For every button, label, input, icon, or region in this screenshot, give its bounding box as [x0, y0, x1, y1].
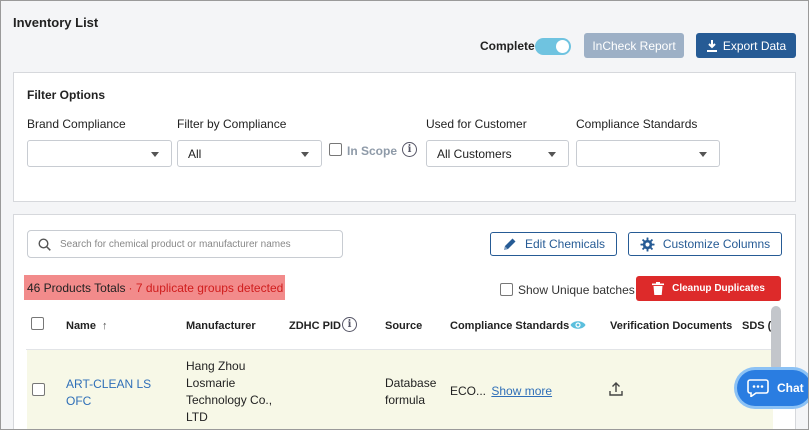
chat-label: Chat	[777, 381, 804, 395]
chat-button[interactable]: Chat	[737, 370, 808, 406]
filter-options-heading: Filter Options	[27, 88, 105, 102]
cleanup-duplicates-label: Cleanup Duplicates	[672, 283, 765, 294]
product-name-link[interactable]: ART-CLEAN LS OFC	[66, 376, 161, 410]
column-header-manufacturer[interactable]: Manufacturer	[186, 320, 256, 332]
source-cell: Database formula	[385, 376, 437, 407]
show-unique-checkbox[interactable]	[500, 283, 513, 296]
brand-compliance-select[interactable]	[27, 140, 172, 167]
edit-chemicals-button[interactable]: Edit Chemicals	[490, 232, 617, 256]
used-for-customer-select[interactable]: All Customers	[426, 140, 569, 167]
filter-compliance-value: All	[188, 146, 202, 161]
search-field[interactable]	[27, 230, 343, 258]
incheck-report-button[interactable]: InCheck Report	[584, 33, 684, 58]
column-header-zdhc-pid[interactable]: ZDHC PID	[289, 320, 341, 332]
manufacturer-cell: Hang Zhou Losmarie Technology Co., LTD	[186, 359, 273, 424]
filter-compliance-label: Filter by Compliance	[177, 117, 287, 131]
chevron-down-icon	[548, 152, 556, 157]
export-data-label: Export Data	[722, 38, 787, 53]
show-unique-label: Show Unique batches	[518, 283, 635, 297]
filter-options-panel: Filter Options Brand Compliance Filter b…	[13, 72, 796, 202]
compliance-standards-label: Compliance Standards	[576, 117, 698, 131]
table-row[interactable]: ART-CLEAN LS OFC Hang Zhou Losmarie Tech…	[27, 350, 773, 429]
chat-bubble-icon	[747, 379, 769, 397]
chevron-down-icon	[301, 152, 309, 157]
select-all-checkbox[interactable]	[31, 317, 44, 330]
export-data-button[interactable]: Export Data	[696, 33, 796, 58]
used-for-customer-value: All Customers	[437, 146, 512, 161]
column-header-name[interactable]: Name ↑	[66, 320, 107, 332]
in-scope-checkbox[interactable]	[329, 143, 342, 156]
pencil-icon	[503, 238, 516, 250]
upload-icon[interactable]	[609, 382, 623, 396]
filter-compliance-select[interactable]: All	[177, 140, 322, 167]
chevron-down-icon	[151, 152, 159, 157]
brand-compliance-label: Brand Compliance	[27, 117, 126, 131]
used-for-customer-label: Used for Customer	[426, 117, 527, 131]
product-list-panel: Edit Chemicals Customize Columns 46 Prod…	[13, 214, 796, 429]
page-title: Inventory List	[13, 15, 99, 30]
compliance-standards-select[interactable]	[576, 140, 720, 167]
app-frame: Inventory List Complete InCheck Report E…	[0, 0, 809, 430]
info-icon[interactable]: i	[342, 317, 357, 332]
customize-columns-label: Customize Columns	[662, 237, 771, 251]
column-header-compliance-standards[interactable]: Compliance Standards	[450, 320, 569, 332]
info-icon[interactable]: i	[402, 142, 417, 157]
show-more-link[interactable]: Show more	[491, 384, 552, 398]
row-checkbox[interactable]	[32, 383, 45, 396]
compliance-value: ECO...	[450, 384, 487, 398]
compliance-cell: ECO... Show more	[450, 384, 552, 398]
search-icon	[38, 238, 51, 251]
cleanup-duplicates-button[interactable]: Cleanup Duplicates	[636, 276, 781, 301]
table-scrollbar[interactable]	[771, 306, 781, 371]
column-header-verification-documents[interactable]: Verification Documents	[610, 320, 732, 332]
eye-icon[interactable]	[570, 319, 586, 331]
in-scope-label: In Scope	[347, 144, 398, 158]
column-header-source[interactable]: Source	[385, 320, 422, 332]
chevron-down-icon	[699, 152, 707, 157]
duplicate-alert: 46 Products Totals · 7 duplicate groups …	[24, 275, 285, 300]
duplicate-groups-count: · 7 duplicate groups detected	[128, 280, 284, 295]
customize-columns-button[interactable]: Customize Columns	[628, 232, 782, 256]
edit-chemicals-label: Edit Chemicals	[524, 237, 606, 251]
search-input[interactable]	[60, 236, 338, 253]
trash-icon	[652, 282, 665, 295]
download-icon	[706, 39, 717, 52]
sort-arrow-up-icon[interactable]: ↑	[102, 320, 108, 332]
column-header-sds[interactable]: SDS (	[742, 320, 771, 332]
column-header-name-label: Name	[66, 320, 96, 332]
complete-toggle[interactable]	[535, 38, 571, 55]
products-total: 46 Products Totals	[27, 280, 126, 295]
gear-icon	[640, 236, 655, 252]
complete-toggle-label: Complete	[480, 39, 535, 53]
toggle-knob	[556, 40, 569, 53]
